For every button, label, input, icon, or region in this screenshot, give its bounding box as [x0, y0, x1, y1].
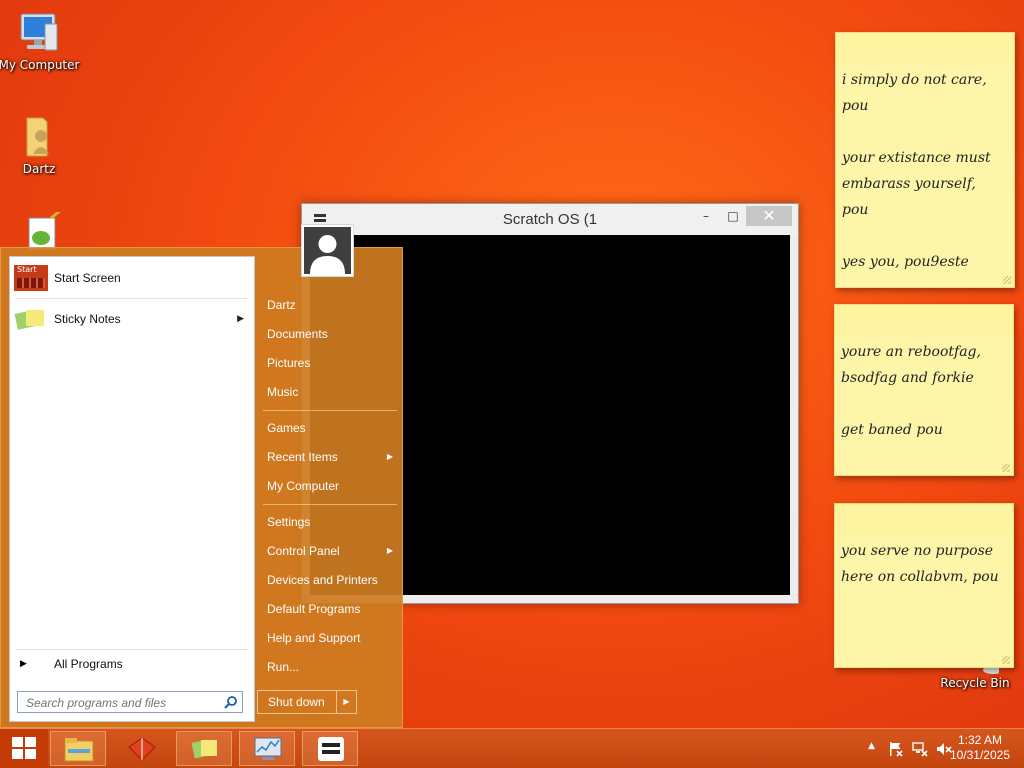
- sticky-notes-icon: [191, 739, 217, 759]
- taskbar: ▲ 1:32 AM 10/31/2025: [0, 728, 1024, 768]
- action-center-flag-icon[interactable]: [888, 741, 904, 757]
- menu-item-my-computer[interactable]: My Computer: [259, 474, 399, 498]
- menu-item-label: Pictures: [267, 356, 311, 370]
- network-icon[interactable]: [912, 741, 928, 757]
- desktop-icon-dartz[interactable]: Dartz: [0, 112, 81, 176]
- menu-item-dartz[interactable]: Dartz: [259, 293, 399, 317]
- menu-item-label: Default Programs: [267, 602, 361, 616]
- clock[interactable]: 1:32 AM 10/31/2025: [950, 733, 1010, 763]
- menu-item-label: Devices and Printers: [267, 573, 378, 587]
- sticky-note-title-bar[interactable]: [835, 305, 1013, 335]
- user-avatar-icon: [304, 227, 351, 274]
- start-menu-programs-pane: Start Start Screen Sticky Notes ▶ ▶ All …: [9, 256, 255, 722]
- menu-item-documents[interactable]: Documents: [259, 322, 399, 346]
- shutdown-options-arrow-icon[interactable]: ▶: [337, 691, 356, 713]
- sticky-note-title-bar[interactable]: [835, 504, 1013, 534]
- menu-item-label: Documents: [267, 327, 328, 341]
- desktop-icon-label: Recycle Bin: [940, 676, 1010, 690]
- taskbar-performance-button[interactable]: [239, 731, 295, 766]
- all-programs-label: All Programs: [54, 657, 123, 671]
- sticky-note[interactable]: i simply do not care, pou your extistanc…: [835, 32, 1015, 288]
- sticky-notes-item[interactable]: Sticky Notes ▶: [14, 302, 250, 336]
- minimize-button[interactable]: –: [693, 206, 719, 226]
- menu-item-label: Recent Items: [267, 450, 338, 464]
- start-button[interactable]: [0, 729, 48, 768]
- show-hidden-icons-chevron-icon[interactable]: ▲: [868, 741, 875, 751]
- submenu-arrow-icon: ▶: [237, 314, 244, 324]
- clock-date: 10/31/2025: [949, 748, 1010, 762]
- desktop-icon-label: My Computer: [0, 58, 80, 72]
- arrow-right-icon: ▶: [20, 659, 27, 669]
- search-input[interactable]: [24, 693, 223, 713]
- start-screen-icon: Start: [14, 265, 48, 291]
- divider: [16, 298, 248, 299]
- computer-icon: [15, 8, 63, 56]
- sticky-note-text[interactable]: youre an rebootfag, bsodfag and forkie g…: [841, 339, 1007, 443]
- system-tray: ▲ 1:32 AM 10/31/2025: [844, 729, 1024, 768]
- user-picture[interactable]: [301, 224, 354, 277]
- start-screen-item[interactable]: Start Start Screen: [14, 261, 250, 295]
- sticky-note[interactable]: you serve no purpose here on collabvm, p…: [834, 503, 1014, 668]
- taskbar-sticky-notes-button[interactable]: [176, 731, 232, 766]
- sticky-note[interactable]: youre an rebootfag, bsodfag and forkie g…: [834, 304, 1014, 476]
- performance-monitor-icon: [254, 737, 282, 760]
- shutdown-label[interactable]: Shut down: [258, 691, 337, 713]
- resize-grip-icon[interactable]: [1002, 656, 1010, 664]
- menu-item-label: Settings: [267, 515, 311, 529]
- menu-item-games[interactable]: Games: [259, 416, 399, 440]
- menu-item-label: Run...: [267, 660, 300, 674]
- app-red-icon: [128, 737, 156, 761]
- close-button[interactable]: ✕: [746, 206, 792, 226]
- menu-item-music[interactable]: Music: [259, 380, 399, 404]
- sticky-note-text[interactable]: i simply do not care, pou your extistanc…: [842, 67, 1008, 275]
- sticky-notes-icon: [14, 306, 48, 332]
- shutdown-button[interactable]: Shut down ▶: [257, 690, 357, 714]
- scratch-os-icon: [318, 737, 344, 761]
- clock-time: 1:32 AM: [957, 733, 1002, 747]
- menu-item-label: Music: [267, 385, 299, 399]
- search-box[interactable]: [17, 691, 243, 713]
- resize-grip-icon[interactable]: [1002, 464, 1010, 472]
- menu-item-label: My Computer: [267, 479, 340, 493]
- submenu-arrow-icon: ▶: [386, 452, 393, 461]
- menu-item-devices-and-printers[interactable]: Devices and Printers: [259, 568, 399, 592]
- taskbar-file-explorer-button[interactable]: [50, 731, 106, 766]
- sticky-note-title-bar[interactable]: [836, 33, 1014, 63]
- menu-item-label: Games: [267, 421, 306, 435]
- submenu-arrow-icon: ▶: [386, 546, 393, 555]
- taskbar-app-button[interactable]: [113, 731, 169, 766]
- file-explorer-icon: [64, 738, 94, 762]
- start-screen-label: Start Screen: [54, 271, 121, 285]
- desktop-icon-label: Dartz: [22, 162, 56, 176]
- start-tile-label: Start: [17, 265, 37, 274]
- divider: [263, 504, 397, 505]
- maximize-button[interactable]: □: [720, 206, 746, 226]
- menu-item-run[interactable]: Run...: [259, 655, 399, 679]
- all-programs-item[interactable]: ▶ All Programs: [14, 647, 250, 681]
- user-folder-icon: [15, 112, 63, 160]
- taskbar-scratch-os-button[interactable]: [302, 731, 358, 766]
- menu-item-recent-items[interactable]: Recent Items ▶: [259, 445, 399, 469]
- sticky-notes-label: Sticky Notes: [54, 312, 121, 326]
- menu-item-default-programs[interactable]: Default Programs: [259, 597, 399, 621]
- windows-logo-icon: [12, 737, 36, 759]
- window-title-bar[interactable]: Scratch OS (1 – □ ✕: [302, 204, 798, 235]
- menu-item-pictures[interactable]: Pictures: [259, 351, 399, 375]
- desktop-icon-my-computer[interactable]: My Computer: [0, 8, 81, 72]
- resize-grip-icon[interactable]: [1003, 276, 1011, 284]
- menu-item-control-panel[interactable]: Control Panel ▶: [259, 539, 399, 563]
- start-menu: Start Start Screen Sticky Notes ▶ ▶ All …: [0, 247, 403, 728]
- divider: [263, 410, 397, 411]
- menu-item-label: Help and Support: [267, 631, 361, 645]
- sticky-note-text[interactable]: you serve no purpose here on collabvm, p…: [841, 538, 1007, 590]
- menu-item-label: Control Panel: [267, 544, 340, 558]
- search-icon[interactable]: [224, 695, 238, 709]
- menu-item-label: Dartz: [267, 298, 296, 312]
- menu-item-settings[interactable]: Settings: [259, 510, 399, 534]
- menu-item-help-and-support[interactable]: Help and Support: [259, 626, 399, 650]
